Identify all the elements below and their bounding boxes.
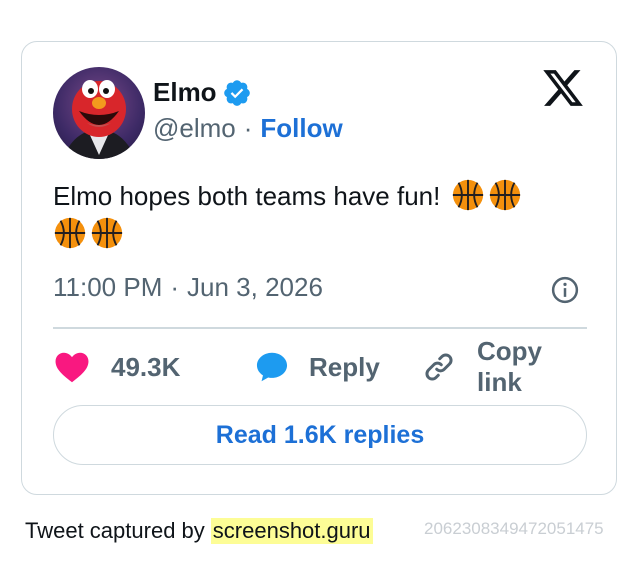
speech-bubble-icon [253, 348, 291, 386]
avatar[interactable] [53, 67, 145, 159]
tweet-text-body: Elmo hopes both teams have fun! [53, 181, 441, 211]
read-replies-button[interactable]: Read 1.6K replies [53, 405, 587, 465]
tweet-card: Elmo @elmo · Follow Elmo hopes both team… [21, 41, 617, 495]
info-icon[interactable] [550, 275, 580, 305]
x-logo-icon[interactable] [541, 66, 585, 110]
tweet-timestamp[interactable]: 11:00 PM · Jun 3, 2026 [53, 272, 323, 303]
basketball-icon [451, 178, 485, 212]
copy-link-button[interactable]: Copy link [421, 336, 593, 397]
action-bar: 49.3K Reply Copy link [53, 336, 593, 397]
author-name-row: Elmo [153, 77, 252, 108]
heart-icon [53, 348, 91, 386]
basketball-icon [90, 216, 124, 250]
basketball-icon [53, 216, 87, 250]
handle-separator: · [243, 113, 253, 143]
link-icon [421, 349, 457, 385]
timestamp-separator: · [170, 272, 180, 302]
divider [53, 327, 587, 329]
author-name[interactable]: Elmo [153, 77, 217, 108]
follow-link[interactable]: Follow [260, 113, 342, 144]
author-handle[interactable]: @elmo [153, 113, 236, 144]
tweet-text: Elmo hopes both teams have fun! [53, 177, 573, 253]
tweet-id: 2062308349472051475 [424, 519, 604, 538]
tweet-time: 11:00 PM [53, 272, 163, 302]
like-count: 49.3K [111, 351, 181, 382]
capture-credit: Tweet captured by screenshot.guru [25, 518, 373, 544]
like-button[interactable]: 49.3K [53, 344, 180, 390]
verified-badge-icon [222, 78, 252, 108]
author-handle-row: @elmo · Follow [153, 113, 343, 144]
reply-label: Reply [309, 351, 380, 382]
capture-brand-link[interactable]: screenshot.guru [210, 518, 373, 544]
copy-link-label: Copy link [477, 336, 542, 397]
reply-button[interactable]: Reply [253, 344, 380, 390]
capture-credit-prefix: Tweet captured by [25, 518, 205, 543]
tweet-date: Jun 3, 2026 [187, 272, 323, 302]
basketball-icon [488, 178, 522, 212]
